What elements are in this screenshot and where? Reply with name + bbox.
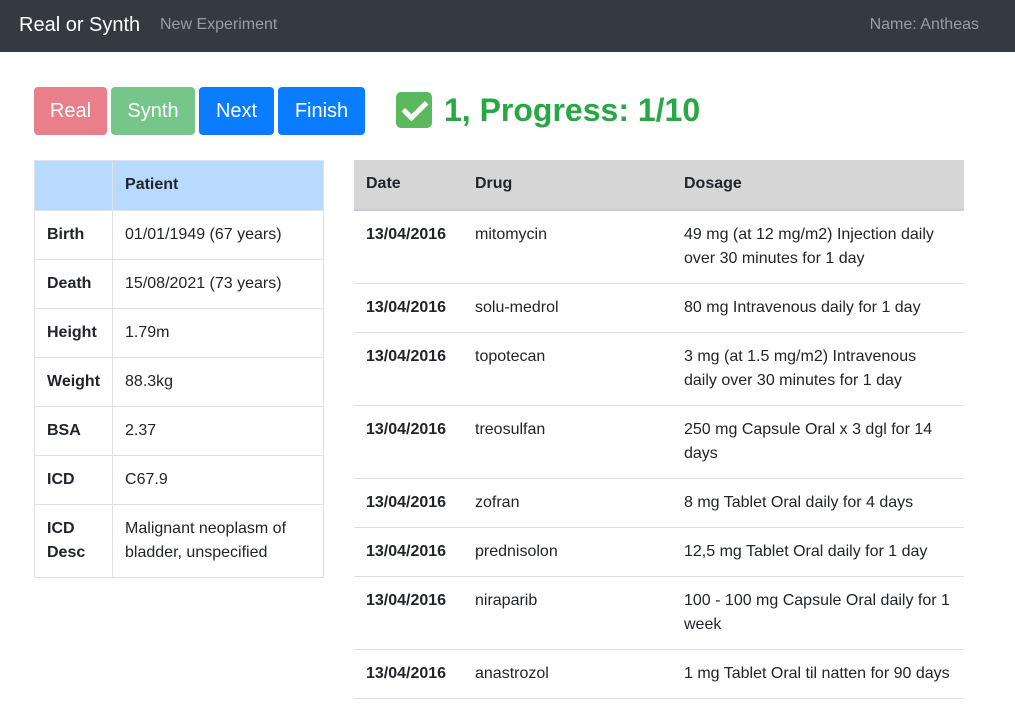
drug-name: treosulfan	[463, 405, 672, 479]
patient-row-icd-desc: ICD Desc Malignant neoplasm of bladder, …	[33, 504, 324, 578]
drug-dosage: 1 mg Tablet Oral til natten for 90 days	[672, 649, 964, 699]
drug-dosage: 8 mg Tablet Oral daily for 4 days	[672, 478, 964, 528]
drug-name: solu-medrol	[463, 283, 672, 333]
table-row: 13/04/2016 zofran 8 mg Tablet Oral daily…	[354, 478, 964, 528]
drug-date: 13/04/2016	[354, 576, 463, 650]
drug-name: zofran	[463, 478, 672, 528]
table-row: 13/04/2016 topotecan 3 mg (at 1.5 mg/m2)…	[354, 332, 964, 406]
drug-table: Date Drug Dosage 13/04/2016 mitomycin 49…	[354, 160, 964, 699]
drug-date: 13/04/2016	[354, 332, 463, 406]
drug-name: prednisolon	[463, 527, 672, 577]
drug-column-header: Drug	[463, 160, 672, 211]
synth-button[interactable]: Synth	[111, 87, 195, 135]
patient-label: ICD Desc	[33, 504, 114, 578]
drug-name: niraparib	[463, 576, 672, 650]
table-row: 13/04/2016 solu-medrol 80 mg Intravenous…	[354, 283, 964, 333]
drug-dosage: 250 mg Capsule Oral x 3 dgl for 14 days	[672, 405, 964, 479]
navbar: Real or Synth New Experiment Name: Anthe…	[0, 0, 1015, 52]
brand[interactable]: Real or Synth	[19, 13, 140, 37]
drug-date: 13/04/2016	[354, 209, 463, 284]
table-row: 13/04/2016 niraparib 100 - 100 mg Capsul…	[354, 576, 964, 650]
real-button[interactable]: Real	[34, 87, 107, 135]
patient-value: 01/01/1949 (67 years)	[112, 210, 324, 260]
drug-dosage: 12,5 mg Tablet Oral daily for 1 day	[672, 527, 964, 577]
patient-value: 1.79m	[112, 308, 324, 358]
drug-date: 13/04/2016	[354, 478, 463, 528]
progress-text: 1, Progress: 1/10	[444, 91, 701, 128]
drug-name: mitomycin	[463, 209, 672, 284]
patient-label: Birth	[33, 210, 114, 260]
patient-label: ICD	[33, 455, 114, 505]
patient-header-empty	[33, 160, 114, 211]
drug-date: 13/04/2016	[354, 527, 463, 577]
patient-table: Patient Birth 01/01/1949 (67 years) Deat…	[33, 160, 324, 578]
patient-header-row: Patient	[33, 160, 324, 211]
next-button[interactable]: Next	[199, 87, 274, 135]
patient-row-bsa: BSA 2.37	[33, 406, 324, 456]
drug-name: anastrozol	[463, 649, 672, 699]
drug-date: 13/04/2016	[354, 283, 463, 333]
patient-value: Malignant neoplasm of bladder, unspecifi…	[112, 504, 324, 578]
table-row: 13/04/2016 prednisolon 12,5 mg Tablet Or…	[354, 527, 964, 577]
dosage-column-header: Dosage	[672, 160, 964, 211]
patient-row-death: Death 15/08/2021 (73 years)	[33, 259, 324, 309]
drug-header-row: Date Drug Dosage	[354, 160, 964, 211]
drug-dosage: 49 mg (at 12 mg/m2) Injection daily over…	[672, 209, 964, 284]
patient-label: Death	[33, 259, 114, 309]
date-column-header: Date	[354, 160, 463, 211]
patient-value: C67.9	[112, 455, 324, 505]
table-row: 13/04/2016 treosulfan 250 mg Capsule Ora…	[354, 405, 964, 479]
drug-name: topotecan	[463, 332, 672, 406]
table-row: 13/04/2016 anastrozol 1 mg Tablet Oral t…	[354, 649, 964, 699]
patient-value: 2.37	[112, 406, 324, 456]
patient-label: Weight	[33, 357, 114, 407]
patient-row-weight: Weight 88.3kg	[33, 357, 324, 407]
patient-value: 88.3kg	[112, 357, 324, 407]
new-experiment-link[interactable]: New Experiment	[160, 15, 277, 35]
patient-row-birth: Birth 01/01/1949 (67 years)	[33, 210, 324, 260]
user-name: Name: Antheas	[869, 16, 979, 33]
drug-dosage: 100 - 100 mg Capsule Oral daily for 1 we…	[672, 576, 964, 650]
patient-row-icd: ICD C67.9	[33, 455, 324, 505]
patient-row-height: Height 1.79m	[33, 308, 324, 358]
drug-date: 13/04/2016	[354, 405, 463, 479]
drug-date: 13/04/2016	[354, 649, 463, 699]
drug-dosage: 3 mg (at 1.5 mg/m2) Intravenous daily ov…	[672, 332, 964, 406]
progress-status: 1, Progress: 1/10	[396, 90, 700, 130]
table-row: 13/04/2016 mitomycin 49 mg (at 12 mg/m2)…	[354, 209, 964, 284]
check-mark-icon	[396, 92, 432, 128]
patient-label: Height	[33, 308, 114, 358]
finish-button[interactable]: Finish	[278, 87, 365, 135]
patient-value: 15/08/2021 (73 years)	[112, 259, 324, 309]
patient-label: BSA	[33, 406, 114, 456]
patient-header: Patient	[112, 160, 324, 211]
drug-dosage: 80 mg Intravenous daily for 1 day	[672, 283, 964, 333]
